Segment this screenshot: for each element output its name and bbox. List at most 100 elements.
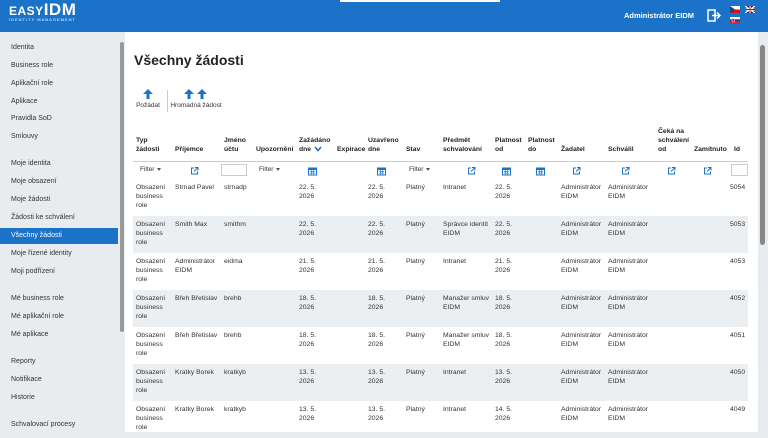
flag-cz-icon[interactable] (730, 6, 740, 13)
sort-desc-icon[interactable] (314, 146, 322, 152)
column-header[interactable]: Uzavřeno dne (368, 136, 399, 154)
column-header[interactable]: Zamítnuto (694, 136, 727, 154)
cell-text: Manažer smluv (443, 295, 490, 302)
filter-label: Filter (140, 166, 155, 173)
column-filter-dropdown[interactable]: Filter (140, 164, 162, 176)
column-header-label (337, 136, 365, 145)
column-header[interactable]: Stav (406, 136, 420, 154)
column-header[interactable]: Expirace (337, 136, 365, 154)
table-row[interactable]: Obsazení business role Kratky Borek kratkyb 1… (133, 401, 748, 438)
calendar-icon[interactable] (502, 165, 511, 177)
sidebar-item[interactable]: Všechny žádosti (0, 228, 118, 244)
column-header[interactable]: Id (734, 136, 740, 154)
table-row[interactable]: Obsazení business role Administrátor EIDM eid… (133, 253, 748, 290)
table-row[interactable]: Obsazení business role Kratky Borek kratkyb 1… (133, 364, 748, 401)
external-link-icon[interactable] (467, 165, 476, 177)
sidebar-item[interactable]: Identita (0, 40, 118, 56)
cell-text: 2026 (495, 341, 511, 348)
column-filter-dropdown[interactable]: Filter (409, 164, 431, 176)
cell-closed: 13. 5. 2026 (368, 368, 385, 386)
external-link-icon[interactable] (572, 165, 581, 177)
column-header[interactable]: Platnost od (495, 136, 522, 154)
table-row[interactable]: Obsazení business role Břeh Břetislav brehb 1… (133, 290, 748, 327)
external-link-icon[interactable] (190, 165, 199, 177)
cell-text: EIDM (608, 193, 625, 200)
sidebar-item[interactable]: Žádosti ke schválení (0, 210, 118, 226)
sidebar-item[interactable]: Mé business role (0, 291, 118, 307)
app-logo[interactable]: EASYIDM IDENTITY MANAGEMENT (9, 1, 76, 22)
sidebar-item[interactable]: Historie (0, 390, 118, 406)
column-header[interactable]: Předmět schvalování (443, 136, 482, 154)
cell-text: 2026 (495, 378, 511, 385)
main-scrollbar[interactable] (760, 45, 765, 245)
logout-icon[interactable] (707, 9, 721, 22)
cell-text: Břeh Břetislav (175, 295, 218, 302)
column-header[interactable]: Příjemce (175, 136, 203, 154)
sidebar-item[interactable]: Notifikace (0, 372, 118, 388)
bulk-request-button[interactable]: Hromadná žádost (167, 88, 225, 114)
cell-text: EIDM (561, 267, 578, 274)
table-row[interactable]: Obsazení business role Břeh Břetislav brehb 1… (133, 327, 748, 364)
sidebar-item[interactable]: Reporty (0, 354, 118, 370)
flag-en-icon[interactable] (745, 6, 755, 13)
sidebar-item[interactable]: Pravidla SoD (0, 111, 118, 127)
column-header[interactable]: Typ žádosti (136, 136, 159, 154)
cell-recipient: Smith Max (175, 220, 207, 229)
cell-text: business (136, 193, 163, 200)
sidebar-item[interactable]: Schvalovací procesy (0, 417, 118, 433)
table-row[interactable]: Obsazení business role Smith Max smithm 22. 5… (133, 216, 748, 253)
cell-recipient: Strnad Pavel (175, 183, 214, 192)
column-header[interactable]: Upozornění (256, 136, 293, 154)
cell-approved: Administrátor EIDM (608, 294, 648, 312)
cell-text: Administrátor (608, 221, 649, 228)
cell-text: Manažer smluv (443, 332, 490, 339)
column-filter-dropdown[interactable]: Filter (259, 164, 281, 176)
column-filter-input[interactable] (731, 164, 748, 176)
cell-recipient: Břeh Břetislav (175, 331, 217, 340)
cell-account: eidma (224, 258, 243, 265)
sidebar-item[interactable]: Business role (0, 58, 118, 74)
column-filter-input[interactable] (221, 164, 247, 176)
cell-text: Administrátor (561, 258, 602, 265)
request-button[interactable]: Požádat (133, 88, 163, 114)
sidebar-item[interactable]: Moje identita (0, 156, 118, 172)
column-header-label (694, 136, 727, 145)
sidebar-item[interactable]: Mé aplikační role (0, 309, 118, 325)
cell-text: 2026 (495, 230, 511, 237)
cell-text: business (136, 304, 163, 311)
cell-requester: Administrátor EIDM (561, 331, 601, 349)
calendar-icon[interactable] (536, 165, 545, 177)
arrow-up-icon (143, 89, 153, 99)
cell-text: role (136, 239, 148, 246)
column-header[interactable]: Čeká na schválení od (658, 127, 689, 154)
sidebar-item[interactable]: Aplikační role (0, 76, 118, 92)
sidebar-item[interactable]: Moje obsazení (0, 174, 118, 190)
column-header[interactable]: Platnost do (528, 136, 555, 154)
column-header[interactable]: Schválil (608, 136, 634, 154)
main-panel: Všechny žádosti Požádat Hromadná žádost … (125, 32, 758, 432)
external-link-icon[interactable] (621, 165, 630, 177)
flag-sk-icon[interactable] (730, 17, 740, 24)
sidebar-item[interactable]: Smlouvy (0, 129, 118, 145)
cell-text: 2026 (495, 267, 511, 274)
external-link-icon[interactable] (703, 165, 712, 177)
calendar-icon[interactable] (308, 165, 317, 177)
sidebar-item[interactable]: Moje řízené identity (0, 246, 118, 262)
cell-text: business (136, 378, 163, 385)
column-header[interactable]: Jméno účtu (224, 136, 246, 154)
column-header[interactable]: Žadatel (561, 136, 585, 154)
sidebar-item[interactable]: Moje žádosti (0, 192, 118, 208)
column-header[interactable]: Zažádáno dne (299, 136, 330, 154)
cell-text: Kratky Borek (175, 406, 214, 413)
sidebar-scrollbar[interactable] (120, 42, 124, 332)
cell-subject: Správce identit EIDM (443, 220, 488, 238)
current-user[interactable]: Administrátor EIDM (624, 11, 694, 20)
sidebar-item[interactable]: Aplikace (0, 94, 118, 110)
sidebar-item[interactable]: Mé aplikace (0, 327, 118, 343)
cell-valid-from: 14. 5. 2026 (495, 405, 512, 423)
table-row[interactable]: Obsazení business role Strnad Pavel strnadp 2… (133, 179, 748, 216)
external-link-icon[interactable] (667, 165, 676, 177)
cell-text: EIDM (561, 230, 578, 237)
calendar-icon[interactable] (377, 165, 386, 177)
sidebar-item[interactable]: Moji podřízení (0, 264, 118, 280)
